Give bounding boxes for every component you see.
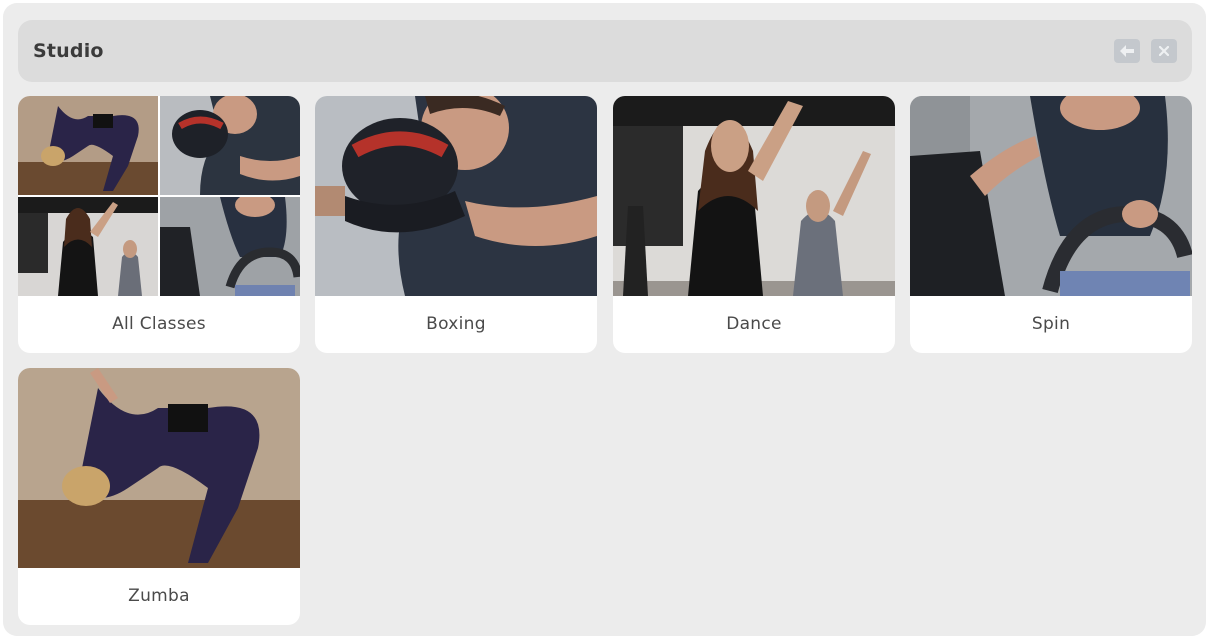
- back-button[interactable]: [1114, 39, 1140, 63]
- class-card-label: Spin: [1031, 314, 1071, 334]
- class-card-boxing[interactable]: Boxing: [315, 96, 597, 353]
- header-bar: Studio: [18, 20, 1192, 82]
- class-card-zumba[interactable]: Zumba: [18, 368, 300, 625]
- class-card-all-classes[interactable]: All Classes: [18, 96, 300, 353]
- dance-image: [613, 96, 895, 296]
- spin-image: [910, 96, 1192, 296]
- close-icon: [1159, 46, 1169, 56]
- class-card-label: Dance: [726, 314, 782, 334]
- class-card-dance[interactable]: Dance: [613, 96, 895, 353]
- dance-thumbnail-image: [18, 197, 158, 296]
- zumba-image: [18, 368, 300, 568]
- class-card-label: All Classes: [112, 314, 206, 334]
- spin-thumbnail-image: [160, 197, 300, 296]
- class-card-spin[interactable]: Spin: [910, 96, 1192, 353]
- page-title: Studio: [33, 40, 104, 62]
- studio-panel: Studio All Classes Boxing Dance Spin Zum…: [3, 3, 1206, 636]
- all-classes-collage: [18, 96, 300, 296]
- close-button[interactable]: [1151, 39, 1177, 63]
- boxing-thumbnail-image: [160, 96, 300, 195]
- class-card-label: Zumba: [128, 586, 190, 606]
- arrow-left-icon: [1120, 45, 1134, 57]
- zumba-thumbnail-image: [18, 96, 158, 195]
- boxing-image: [315, 96, 597, 296]
- class-card-label: Boxing: [426, 314, 486, 334]
